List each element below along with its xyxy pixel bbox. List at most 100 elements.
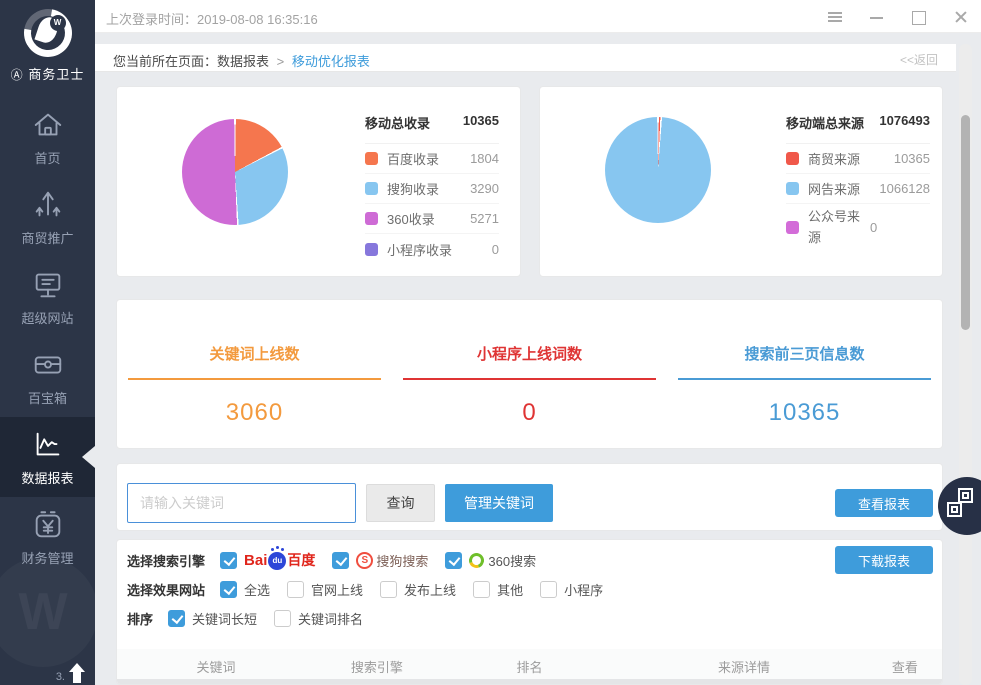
- last-login-time: 上次登录时间：2019-08-08 16:35:16: [106, 9, 318, 28]
- sidebar-item-website[interactable]: 超级网站: [0, 257, 95, 337]
- mobile-source-card: 移动端总来源 1076493 商贸来源 10365 网告来源 1066128 公…: [539, 86, 943, 277]
- so360-logo-icon: 360搜索: [469, 551, 536, 570]
- promotion-arrows-icon: [31, 188, 65, 222]
- site-option-all[interactable]: 全选: [220, 580, 270, 599]
- close-icon[interactable]: [953, 9, 969, 25]
- keyword-search-card: 查询 管理关键词 查看报表: [116, 463, 943, 531]
- breadcrumb-current-link[interactable]: 移动优化报表: [292, 54, 370, 69]
- qr-code-icon: [947, 502, 962, 517]
- brand-block: W Ⓐ 商务卫士: [0, 0, 95, 83]
- sogou-checkbox[interactable]: [332, 552, 349, 569]
- app-window: W Ⓐ 商务卫士 首页 商贸推广 超级网站 百宝箱 数据报: [0, 0, 981, 685]
- sort-length-checkbox[interactable]: [168, 610, 185, 627]
- legend-total: 10365: [463, 113, 499, 132]
- engine-sogou-option[interactable]: S 搜狗搜索: [332, 551, 428, 570]
- mobile-source-pie-chart: [605, 117, 711, 223]
- menu-icon[interactable]: [827, 9, 843, 25]
- site-official-checkbox[interactable]: [287, 581, 304, 598]
- legend-row: 公众号来源 0: [786, 204, 930, 252]
- brand-name: Ⓐ 商务卫士: [0, 64, 95, 83]
- engine-baidu-option[interactable]: Bai du 百度: [220, 550, 315, 570]
- site-other-checkbox[interactable]: [473, 581, 490, 598]
- so360-ring-icon: [467, 550, 487, 570]
- site-option-publish[interactable]: 发布上线: [380, 580, 456, 599]
- legend-row: 百度收录 1804: [365, 144, 499, 174]
- baidu-paw-icon: du: [268, 552, 286, 570]
- column-header-engine: 搜索引擎: [315, 657, 439, 676]
- site-option-official[interactable]: 官网上线: [287, 580, 363, 599]
- so360-checkbox[interactable]: [445, 552, 462, 569]
- legend-row: 360收录 5271: [365, 204, 499, 234]
- download-report-button[interactable]: 下载报表: [835, 546, 933, 574]
- site-publish-checkbox[interactable]: [380, 581, 397, 598]
- legend-swatch: [786, 152, 799, 165]
- breadcrumb-separator: >: [277, 54, 285, 69]
- sort-option-length[interactable]: 关键词长短: [168, 609, 257, 628]
- bottom-cut-strip: [117, 679, 942, 684]
- stat-keywords-online: 关键词上线数 3060: [117, 343, 392, 427]
- stat-top3-pages-info: 搜索前三页信息数 10365: [667, 343, 942, 427]
- column-header-source-detail: 来源详情: [620, 657, 868, 676]
- column-header-rank: 排名: [439, 657, 621, 676]
- minimize-icon[interactable]: [869, 9, 885, 25]
- search-engine-filter-row: 选择搜索引擎 Bai du 百度 S 搜狗搜索: [127, 550, 553, 570]
- column-header-keyword: 关键词: [117, 657, 315, 676]
- breadcrumb-prefix: 您当前所在页面：: [113, 54, 217, 69]
- legend-row: 网告来源 1066128: [786, 174, 930, 204]
- legend-swatch: [786, 182, 799, 195]
- report-chart-icon: [31, 428, 65, 462]
- breadcrumb: 您当前所在页面：数据报表 > 移动优化报表 <<返回: [95, 44, 956, 72]
- mobile-index-pie-chart: [182, 119, 288, 225]
- vertical-scrollbar[interactable]: [959, 44, 972, 685]
- mobile-source-legend: 移动端总来源 1076493 商贸来源 10365 网告来源 1066128 公…: [786, 113, 930, 252]
- site-option-other[interactable]: 其他: [473, 580, 523, 599]
- monitor-icon: [31, 268, 65, 302]
- scrollbar-thumb[interactable]: [961, 115, 970, 330]
- finance-yuan-icon: [31, 508, 65, 542]
- legend-title: 移动端总来源: [786, 113, 864, 132]
- toolbox-icon: [31, 348, 65, 382]
- page-indicator: 3.: [56, 671, 65, 683]
- keyword-search-input[interactable]: [127, 483, 356, 523]
- maximize-icon[interactable]: [911, 9, 927, 25]
- breadcrumb-section: 数据报表: [217, 54, 269, 69]
- result-site-filter-row: 选择效果网站 全选 官网上线 发布上线 其他: [127, 580, 620, 599]
- view-report-button[interactable]: 查看报表: [835, 489, 933, 517]
- baidu-checkbox[interactable]: [220, 552, 237, 569]
- qr-code-icon: [958, 488, 973, 503]
- legend-title: 移动总收录: [365, 113, 430, 132]
- sort-rank-checkbox[interactable]: [274, 610, 291, 627]
- mobile-index-legend: 移动总收录 10365 百度收录 1804 搜狗收录 3290 360收录 52…: [365, 113, 499, 264]
- manage-keywords-button[interactable]: 管理关键词: [445, 484, 553, 522]
- site-miniprogram-checkbox[interactable]: [540, 581, 557, 598]
- legend-swatch: [365, 182, 378, 195]
- sidebar-item-promotion[interactable]: 商贸推广: [0, 177, 95, 257]
- sidebar-nav: 首页 商贸推广 超级网站 百宝箱 数据报表 财务管理: [0, 97, 95, 577]
- query-button[interactable]: 查询: [366, 484, 435, 522]
- legend-swatch: [365, 243, 378, 256]
- legend-swatch: [786, 221, 799, 234]
- legend-total: 1076493: [879, 113, 930, 132]
- site-option-miniprogram[interactable]: 小程序: [540, 580, 603, 599]
- home-icon: [31, 108, 65, 142]
- stat-underline: [403, 378, 656, 380]
- sidebar-item-toolbox[interactable]: 百宝箱: [0, 337, 95, 417]
- window-controls: [827, 0, 969, 33]
- site-all-checkbox[interactable]: [220, 581, 237, 598]
- engine-360-option[interactable]: 360搜索: [445, 551, 536, 570]
- stat-underline: [678, 378, 931, 380]
- sidebar-item-reports[interactable]: 数据报表: [0, 417, 95, 497]
- sort-label: 排序: [127, 609, 153, 628]
- scroll-to-top-button[interactable]: 3.: [56, 663, 85, 683]
- sidebar-item-home[interactable]: 首页: [0, 97, 95, 177]
- baidu-logo-icon: Bai du 百度: [244, 550, 315, 570]
- legend-row: 小程序收录 0: [365, 234, 499, 264]
- legend-row: 商贸来源 10365: [786, 144, 930, 174]
- results-table-header: 关键词 搜索引擎 排名 来源详情 查看: [117, 649, 942, 683]
- stat-miniprogram-words: 小程序上线词数 0: [392, 343, 667, 427]
- sort-option-rank[interactable]: 关键词排名: [274, 609, 363, 628]
- legend-swatch: [365, 152, 378, 165]
- sidebar: W Ⓐ 商务卫士 首页 商贸推广 超级网站 百宝箱 数据报: [0, 0, 95, 685]
- filter-and-table-card: 下载报表 选择搜索引擎 Bai du 百度 S 搜狗搜索: [116, 539, 943, 685]
- back-link[interactable]: <<返回: [900, 51, 938, 68]
